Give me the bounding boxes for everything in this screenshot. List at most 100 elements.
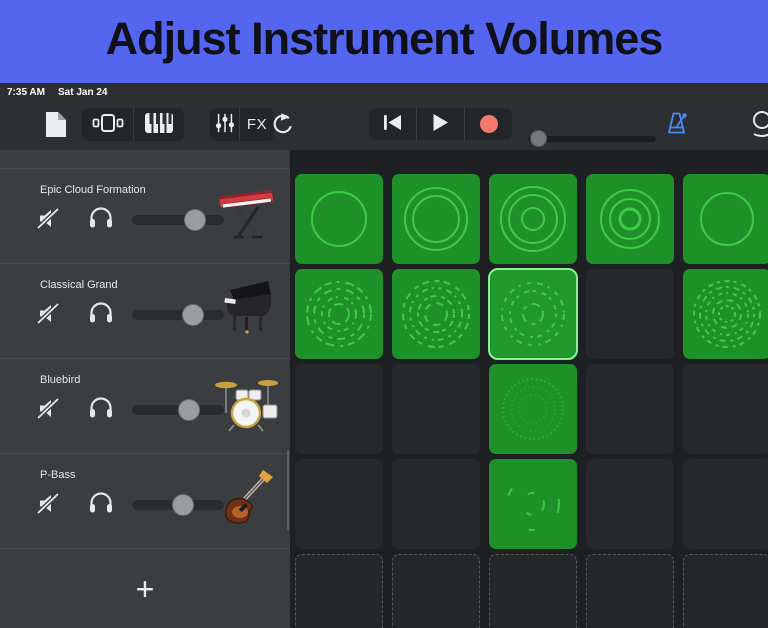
fader-sliders-icon: [214, 112, 236, 137]
loop-rings-icon: [600, 189, 660, 249]
track-volume-knob[interactable]: [178, 399, 201, 421]
track-volume-slider[interactable]: [132, 494, 224, 516]
loop-rings-icon: [306, 281, 372, 347]
mute-button[interactable]: [36, 301, 63, 329]
track-volume-slider[interactable]: [132, 399, 224, 421]
add-track-button[interactable]: +: [136, 573, 155, 605]
loop-rings-icon: [402, 280, 470, 348]
mute-speaker-icon: [36, 492, 63, 519]
loop-rings-icon: [404, 187, 468, 251]
loop-cell-selected[interactable]: [488, 268, 578, 360]
add-track-row: +: [0, 548, 290, 628]
loop-cell[interactable]: [392, 174, 480, 264]
track-row: Epic Cloud Formation: [0, 168, 290, 263]
title-banner: Adjust Instrument Volumes: [0, 0, 768, 83]
garageband-screen: Adjust Instrument Volumes 7:35 AM Sat Ja…: [0, 0, 768, 628]
empty-cell[interactable]: [586, 459, 674, 549]
track-name: P-Bass: [40, 469, 76, 481]
loop-cell[interactable]: [683, 269, 768, 359]
metronome-icon: [663, 110, 690, 140]
track-volume-slider[interactable]: [132, 209, 224, 231]
piano-keys-icon: [144, 112, 174, 137]
transport-controls: [369, 108, 512, 140]
loop-browser-icon: [747, 110, 768, 140]
headphones-icon: [88, 397, 114, 422]
drum-kit-icon[interactable]: [212, 367, 282, 439]
slider-track: [528, 136, 656, 142]
mute-button[interactable]: [36, 396, 63, 424]
empty-cell[interactable]: [392, 364, 480, 454]
headphones-icon: [88, 302, 114, 327]
loop-rings-icon: [501, 282, 565, 346]
keyboard-view-button[interactable]: [134, 108, 184, 141]
loop-cell[interactable]: [295, 269, 383, 359]
headphones-button[interactable]: [88, 396, 114, 422]
track-name: Bluebird: [40, 374, 81, 386]
rewind-button[interactable]: [369, 108, 416, 140]
loop-cell[interactable]: [489, 364, 577, 454]
live-loops-grid-icon: [91, 112, 125, 137]
status-bar: 7:35 AM Sat Jan 24: [0, 83, 768, 102]
mute-button[interactable]: [36, 491, 63, 519]
mute-button[interactable]: [36, 206, 63, 234]
loop-rings-icon: [506, 477, 560, 531]
slider-knob[interactable]: [530, 130, 548, 147]
empty-cell[interactable]: [586, 269, 674, 359]
loop-grid: [290, 150, 768, 628]
track-header-panel: Epic Cloud Formation Classical Grand Blu…: [0, 150, 290, 628]
loop-rings-icon: [500, 186, 566, 252]
grand-piano-icon[interactable]: [212, 272, 282, 344]
loop-rings-icon: [311, 191, 367, 247]
track-volume-knob[interactable]: [183, 209, 206, 231]
bass-guitar-icon[interactable]: [212, 462, 282, 534]
header-bar: 7:35 AM Sat Jan 24 FX: [0, 83, 768, 150]
metronome-button[interactable]: [663, 110, 690, 140]
track-volume-slider[interactable]: [132, 304, 224, 326]
play-button[interactable]: [417, 108, 464, 140]
headphones-button[interactable]: [88, 206, 114, 232]
mute-speaker-icon: [36, 302, 63, 329]
mixer-button[interactable]: [210, 108, 239, 141]
empty-cell[interactable]: [683, 459, 768, 549]
track-volume-knob[interactable]: [171, 494, 194, 516]
headphones-button[interactable]: [88, 491, 114, 517]
loop-cell[interactable]: [489, 174, 577, 264]
headphones-icon: [88, 207, 114, 232]
fx-button[interactable]: FX: [240, 108, 274, 141]
loop-browser-button[interactable]: [752, 110, 768, 140]
track-row: P-Bass: [0, 453, 290, 548]
loop-cell[interactable]: [295, 174, 383, 264]
empty-cell[interactable]: [392, 459, 480, 549]
master-volume-slider[interactable]: [528, 130, 656, 147]
loop-cell[interactable]: [683, 174, 768, 264]
grid-view-button[interactable]: [82, 108, 133, 141]
empty-cell[interactable]: [295, 554, 383, 628]
track-volume-knob[interactable]: [181, 304, 204, 326]
mute-speaker-icon: [36, 207, 63, 234]
empty-cell[interactable]: [295, 459, 383, 549]
keyboard-synth-icon[interactable]: [212, 177, 282, 249]
fx-label: FX: [246, 116, 268, 133]
empty-cell[interactable]: [683, 364, 768, 454]
loop-cell[interactable]: [392, 269, 480, 359]
empty-cell[interactable]: [295, 364, 383, 454]
undo-button[interactable]: [270, 111, 296, 139]
empty-cell[interactable]: [392, 554, 480, 628]
loop-rings-icon: [693, 280, 761, 348]
scrollbar[interactable]: [287, 450, 289, 530]
record-button[interactable]: [465, 108, 512, 140]
track-row: Classical Grand: [0, 263, 290, 358]
controls-toggle: FX: [210, 108, 274, 141]
document-icon: [45, 111, 67, 141]
loop-cell[interactable]: [586, 174, 674, 264]
empty-cell[interactable]: [489, 554, 577, 628]
loop-rings-icon: [502, 378, 564, 440]
my-songs-button[interactable]: [45, 111, 67, 141]
loop-cell[interactable]: [489, 459, 577, 549]
empty-cell[interactable]: [586, 554, 674, 628]
headphones-button[interactable]: [88, 301, 114, 327]
view-toggle: [82, 108, 184, 141]
rewind-to-start-icon: [383, 114, 402, 134]
empty-cell[interactable]: [586, 364, 674, 454]
empty-cell[interactable]: [683, 554, 768, 628]
